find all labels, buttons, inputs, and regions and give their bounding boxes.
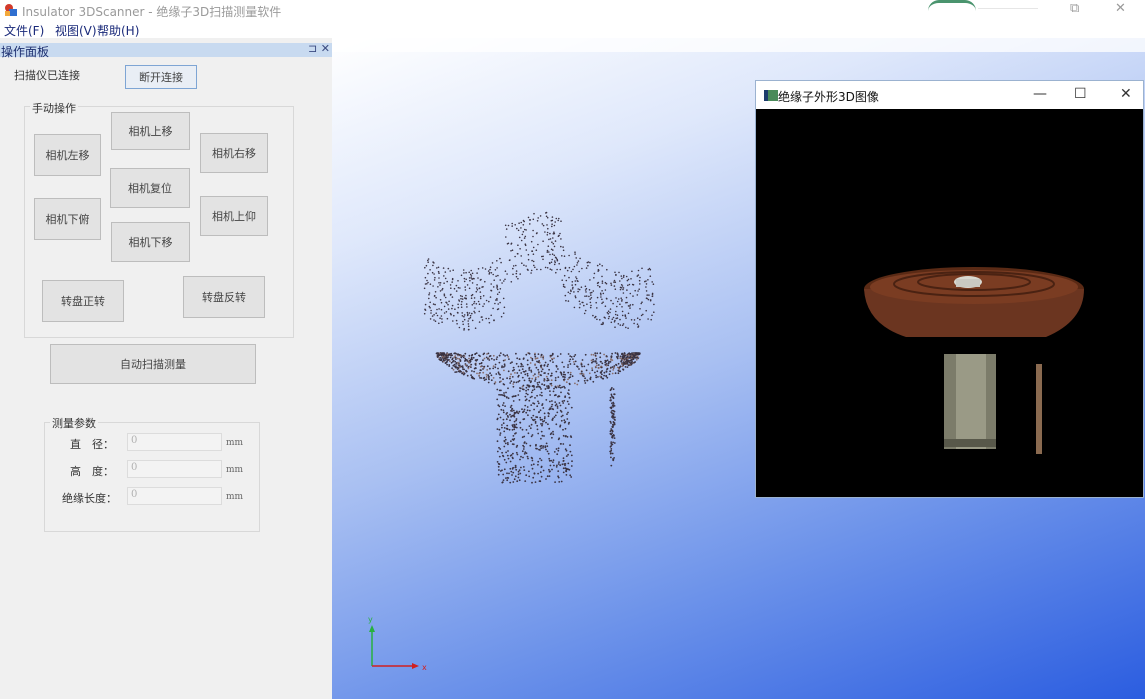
menu-help[interactable]: 帮助(H) — [97, 22, 139, 39]
axes-indicator: x y — [368, 615, 427, 672]
camera-up-button[interactable]: 相机上移 — [111, 112, 190, 150]
3d-image-window[interactable]: 绝缘子外形3D图像 — ☐ ✕ — [755, 80, 1144, 498]
diameter-field[interactable]: 0 — [127, 433, 222, 451]
auto-scan-measure-button[interactable]: 自动扫描测量 — [50, 344, 256, 384]
diameter-unit: mm — [226, 438, 244, 448]
camera-down-button[interactable]: 相机下移 — [111, 222, 190, 262]
child-minimize-button[interactable]: — — [1033, 86, 1047, 102]
panel-pin-close-icon[interactable]: ⊐ ✕ — [308, 42, 330, 55]
camera-tilt-down-button[interactable]: 相机下俯 — [34, 198, 101, 240]
panel-title: 操作面板 — [1, 45, 50, 59]
restore-button[interactable]: ⧉ — [1070, 1, 1079, 16]
camera-tilt-up-button[interactable]: 相机上仰 — [200, 196, 268, 236]
menu-view[interactable]: 视图(V) — [55, 22, 97, 39]
menu-bar: 文件(F) 视图(V) 帮助(H) — [0, 20, 1145, 38]
height-unit: mm — [226, 465, 244, 475]
diameter-label: 直 径： — [70, 438, 114, 451]
insulation-length-label: 绝缘长度： — [62, 492, 117, 505]
disconnect-button[interactable]: 断开连接 — [125, 65, 197, 89]
panel-header: 操作面板 ⊐ ✕ — [0, 42, 332, 59]
height-field[interactable]: 0 — [127, 460, 222, 478]
measure-group-label: 测量参数 — [50, 415, 98, 431]
camera-reset-button[interactable]: 相机复位 — [110, 168, 190, 208]
child-close-button[interactable]: ✕ — [1120, 86, 1132, 102]
manual-group-label: 手动操作 — [30, 100, 78, 116]
turntable-forward-button[interactable]: 转盘正转 — [42, 280, 124, 322]
close-button[interactable]: ✕ — [1115, 1, 1126, 16]
y-axis-label: y — [368, 615, 373, 624]
height-label: 高 度： — [70, 465, 114, 478]
window-title-bar: Insulator 3DScanner - 绝缘子3D扫描测量软件 ⧉ ✕ — [0, 0, 1145, 20]
connection-status: 扫描仪已连接 — [14, 69, 80, 82]
operation-panel: 操作面板 ⊐ ✕ 扫描仪已连接 断开连接 手动操作 相机上移 相机左移 相机右移… — [0, 38, 332, 699]
title-divider — [978, 8, 1038, 9]
turntable-reverse-button[interactable]: 转盘反转 — [183, 276, 265, 318]
insulator-3d-render — [756, 109, 1143, 497]
x-axis-label: x — [422, 663, 427, 672]
3d-image-window-titlebar: 绝缘子外形3D图像 — ☐ ✕ — [756, 81, 1143, 109]
loading-indicator — [928, 0, 976, 11]
insulation-length-unit: mm — [226, 492, 244, 502]
child-maximize-button[interactable]: ☐ — [1074, 86, 1087, 102]
menu-file[interactable]: 文件(F) — [4, 22, 44, 39]
camera-right-button[interactable]: 相机右移 — [200, 133, 268, 173]
camera-left-button[interactable]: 相机左移 — [34, 134, 101, 176]
window-title: Insulator 3DScanner - 绝缘子3D扫描测量软件 — [22, 5, 282, 19]
image-window-icon — [764, 90, 778, 101]
3d-image-window-title: 绝缘子外形3D图像 — [778, 90, 879, 104]
insulation-length-field[interactable]: 0 — [127, 487, 222, 505]
app-icon — [5, 4, 17, 16]
